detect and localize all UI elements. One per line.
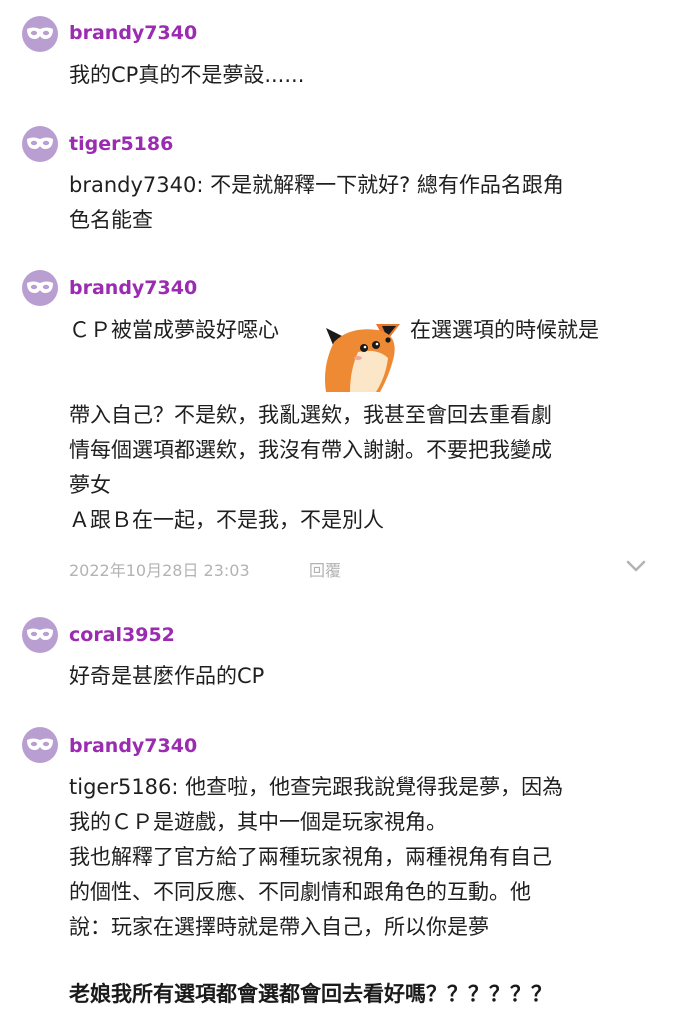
comment-line: Ａ跟Ｂ在一起，不是我，不是別人 [69,508,384,532]
comment-line: 我也解釋了官方給了兩種玩家視角，兩種視角有自己 [69,845,552,869]
username[interactable]: brandy7340 [69,277,197,299]
mask-icon [27,137,53,149]
mask-icon [27,27,53,39]
username[interactable]: coral3952 [69,624,175,646]
comment-line: 我的CP真的不是夢設...... [69,63,305,87]
comment-line: ＣＰ被當成夢設好噁心 [69,318,279,342]
avatar[interactable] [22,126,58,162]
comment-line: 好奇是甚麼作品的CP [69,664,265,688]
comment-line: 我的ＣＰ是遊戲，其中一個是玩家視角。 [69,810,447,834]
comment-timestamp: 2022年10月28日 23:03 [69,561,250,580]
comment-line: brandy7340: 不是就解釋一下就好? 總有作品名跟角 [69,173,564,197]
comment-body: 好奇是甚麼作品的CP [69,659,649,694]
avatar[interactable] [22,270,58,306]
username[interactable]: tiger5186 [69,133,173,155]
comment-body: tiger5186: 他查啦，他查完跟我說覺得我是夢，因為 我的ＣＰ是遊戲，其中… [69,770,649,945]
username[interactable]: brandy7340 [69,735,197,757]
comment-line: 說：玩家在選擇時就是帶入自己，所以你是夢 [69,915,489,939]
comment-body: 我的CP真的不是夢設...... [69,58,649,93]
username[interactable]: brandy7340 [69,22,197,44]
comment-line: 的個性、不同反應、不同劇情和跟角色的互動。他 [69,880,531,904]
chevron-down-icon[interactable] [626,558,646,577]
comment-line: 帶入自己？不是欸，我亂選欸，我甚至會回去重看劇 [69,403,552,427]
mask-icon [27,281,53,293]
bold-post-text: 老娘我所有選項都會選都會回去看好嗎？？？？？？ [69,982,552,1006]
avatar[interactable] [22,16,58,52]
comment-line: 色名能查 [69,208,153,232]
reply-button[interactable]: 回覆 [309,557,341,581]
comment-line: 在選選項的時候就是 [410,318,599,342]
comment-line: 夢女 [69,473,111,497]
comment-body: brandy7340: 不是就解釋一下就好? 總有作品名跟角 色名能查 [69,168,649,238]
comment-body: 帶入自己？不是欸，我亂選欸，我甚至會回去重看劇 情每個選項都選欸，我沒有帶入謝謝… [69,398,649,538]
mask-icon [27,738,53,750]
fox-sticker-icon [320,318,404,394]
avatar[interactable] [22,727,58,763]
comment-line: tiger5186: 他查啦，他查完跟我說覺得我是夢，因為 [69,775,564,799]
avatar[interactable] [22,617,58,653]
comment-line: 情每個選項都選欸，我沒有帶入謝謝。不要把我變成 [69,438,552,462]
mask-icon [27,628,53,640]
